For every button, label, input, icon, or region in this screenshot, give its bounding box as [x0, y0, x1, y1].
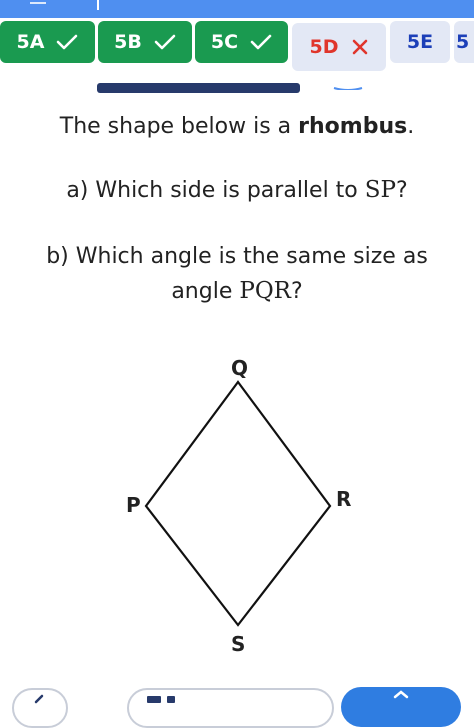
intro-text: The shape below is a [59, 114, 299, 139]
tab-5f-partial[interactable]: 5 [454, 21, 474, 63]
tab-label: 5C [210, 31, 239, 53]
intro-end: . [407, 114, 415, 139]
top-progress-strip [0, 0, 474, 18]
part-b-math: PQR [239, 278, 291, 304]
part-a-end: ? [396, 178, 408, 203]
answer-button[interactable] [341, 687, 461, 727]
tab-label: 5A [16, 31, 45, 53]
vertex-label-p: P [126, 493, 141, 517]
back-button[interactable] [12, 688, 68, 728]
vertex-label-q: Q [231, 356, 248, 380]
tab-label: 5E [406, 31, 434, 53]
part-a-math: SP [364, 177, 396, 203]
check-icon [250, 34, 272, 50]
tab-5b[interactable]: 5B [98, 21, 192, 63]
check-icon [154, 34, 176, 50]
tab-5c[interactable]: 5C [195, 21, 288, 63]
progress-bar [97, 83, 300, 93]
strip-mark [30, 2, 46, 4]
video-icon [147, 696, 175, 703]
tab-5d[interactable]: 5D [292, 23, 386, 71]
watch-video-button[interactable] [127, 688, 334, 728]
question-part-b-line2: angle PQR? [0, 274, 474, 309]
tab-label: 5D [309, 36, 339, 58]
cross-icon [352, 39, 367, 55]
part-a-text: a) Which side is parallel to [66, 178, 365, 203]
strip-tick [97, 0, 99, 10]
check-icon [57, 34, 78, 50]
tab-label: 5B [114, 31, 142, 53]
progress-mark [333, 87, 363, 90]
chevron-up-icon [393, 690, 409, 699]
question-part-a: a) Which side is parallel to SP? [0, 173, 474, 208]
question-tabs: 5A 5B 5C 5D 5E 5 [0, 18, 474, 74]
vertex-label-r: R [336, 487, 351, 511]
tab-5e[interactable]: 5E [390, 21, 450, 63]
rhombus-shape [144, 380, 332, 627]
chevron-left-icon [34, 694, 44, 704]
tab-label: 5 [456, 31, 470, 53]
question-part-b-line1: b) Which angle is the same size as [46, 244, 428, 269]
vertex-label-s: S [231, 632, 245, 656]
part-b-text: angle [171, 279, 240, 304]
bottom-toolbar [0, 678, 474, 728]
rhombus-diagram: Q P R S [126, 356, 351, 656]
intro-bold: rhombus [298, 114, 408, 139]
part-b-end: ? [291, 279, 303, 304]
question-intro: The shape below is a rhombus. [0, 110, 474, 144]
tab-5a[interactable]: 5A [0, 21, 95, 63]
